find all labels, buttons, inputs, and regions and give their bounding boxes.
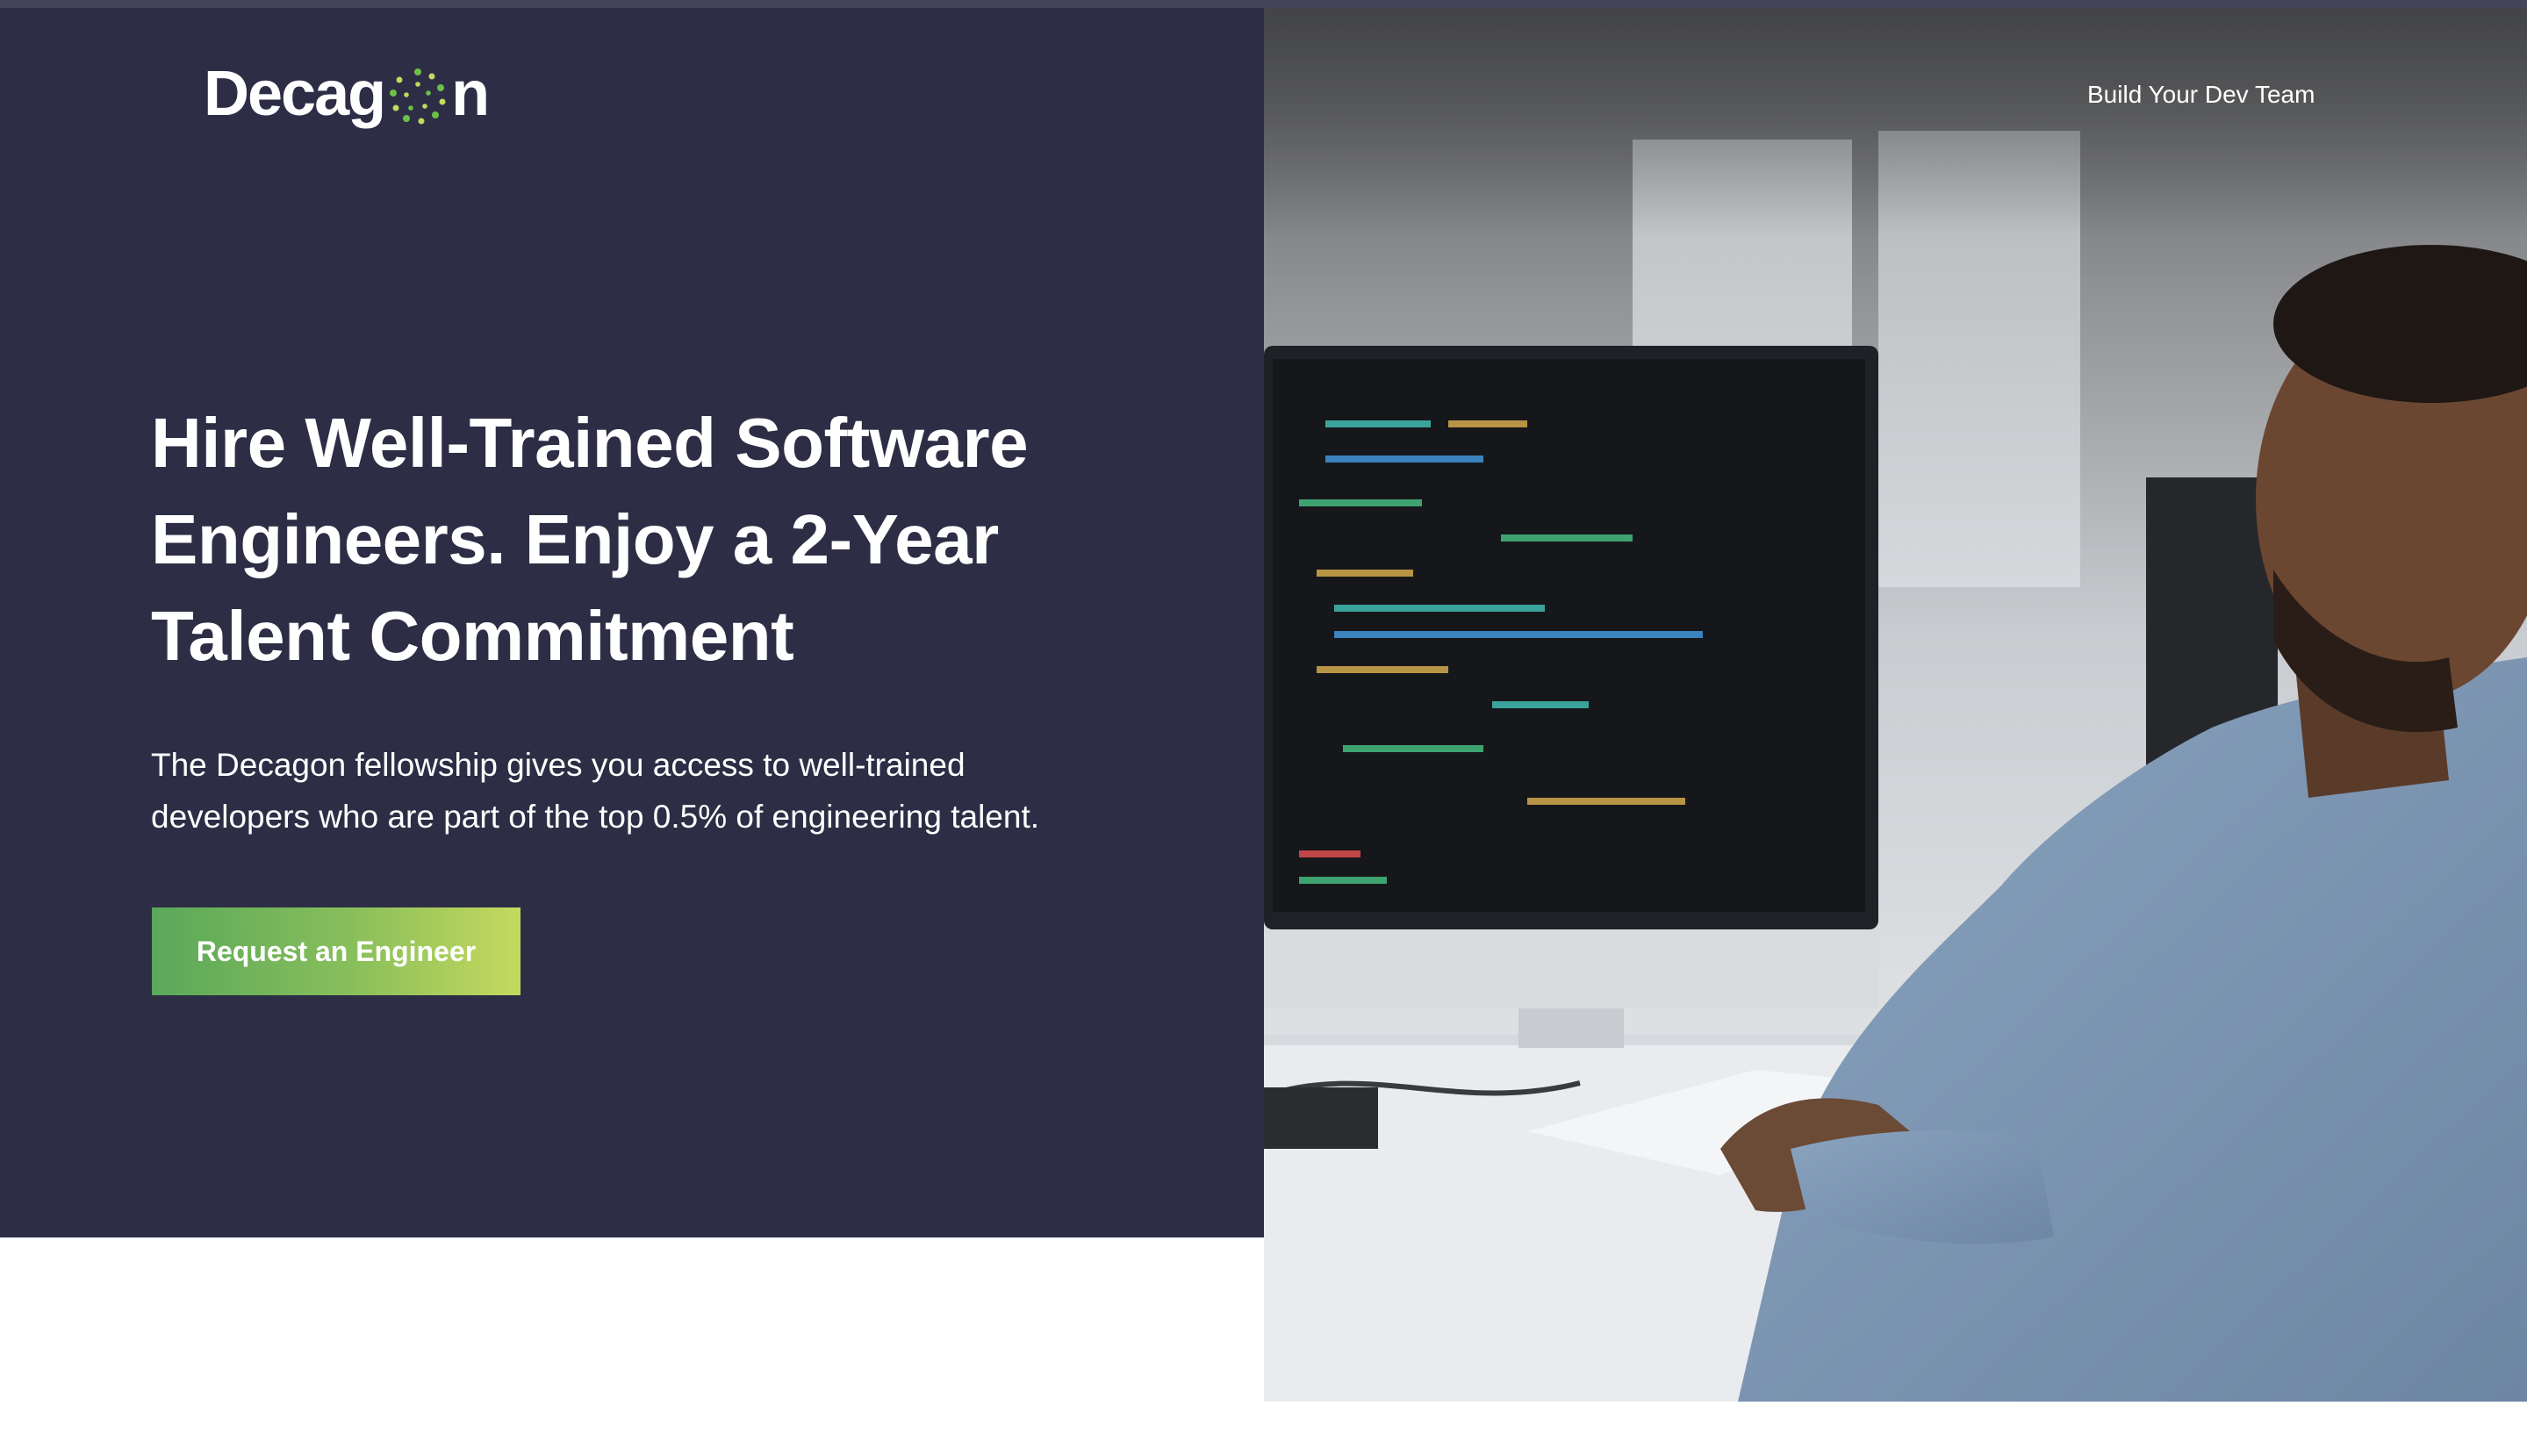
hero-photo [1264, 8, 2527, 1402]
description-line: developers who are part of the top 0.5% … [151, 799, 1040, 835]
request-engineer-button[interactable]: Request an Engineer [152, 907, 520, 995]
hero-description: The Decagon fellowship gives you access … [151, 739, 1160, 843]
developer-at-computer-image [1264, 8, 2527, 1402]
headline-line: Talent Commitment [151, 597, 794, 675]
logo-text-start: Decag [204, 59, 386, 129]
hero-headline: Hire Well-Trained Software Engineers. En… [151, 395, 1204, 685]
decagon-logo[interactable]: Decag n [204, 54, 490, 133]
logo-text-end: n [451, 59, 490, 129]
top-strip [0, 0, 2527, 8]
headline-line: Engineers. Enjoy a 2-Year [151, 500, 999, 578]
decagon-dots-icon [390, 68, 446, 125]
headline-line: Hire Well-Trained Software [151, 404, 1029, 482]
landing-page: Decag n Hire Well-Trained Software Engin… [0, 0, 2527, 1456]
content-area [0, 1237, 1264, 1456]
description-line: The Decagon fellowship gives you access … [151, 747, 966, 783]
build-dev-team-link[interactable]: Build Your Dev Team [2087, 81, 2315, 109]
